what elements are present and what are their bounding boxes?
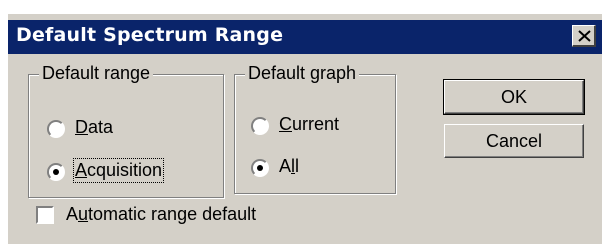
dialog-window: Default Spectrum Range Default range Dat… xyxy=(8,14,602,244)
default-graph-label: Default graph xyxy=(245,63,360,84)
radio-current-label: Current xyxy=(279,114,340,134)
title-bar: Default Spectrum Range xyxy=(8,20,602,54)
automatic-range-checkbox[interactable] xyxy=(36,206,54,224)
radio-dot xyxy=(257,165,263,171)
radio-dot xyxy=(53,169,59,175)
default-graph-group: Default graph Current All xyxy=(234,63,396,194)
radio-acquisition-button[interactable] xyxy=(47,163,65,181)
cancel-button[interactable]: Cancel xyxy=(444,124,584,158)
close-icon xyxy=(578,30,591,42)
dialog-title: Default Spectrum Range xyxy=(16,24,284,46)
close-button[interactable] xyxy=(572,25,596,47)
automatic-range-label: Automatic range default xyxy=(66,204,257,224)
ok-button[interactable]: OK xyxy=(443,79,585,115)
radio-current-button[interactable] xyxy=(251,117,269,135)
default-range-group: Default range Data Acquisition xyxy=(28,63,224,198)
default-range-label: Default range xyxy=(39,63,154,84)
radio-acquisition-label: Acquisition xyxy=(72,158,165,183)
radio-data-button[interactable] xyxy=(47,120,65,138)
radio-data-label: Data xyxy=(75,117,114,137)
radio-all-label: All xyxy=(279,156,300,176)
radio-all-button[interactable] xyxy=(251,159,269,177)
